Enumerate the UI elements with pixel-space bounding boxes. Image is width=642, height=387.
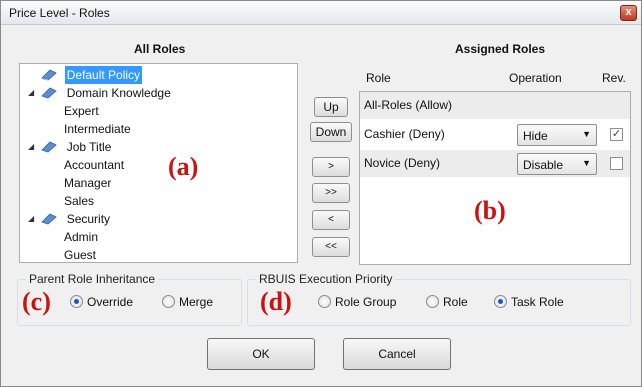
tree-item-manager[interactable]: Manager — [62, 173, 113, 191]
assigned-roles-list[interactable]: All-Roles (Allow) Cashier (Deny) Hide ▼ … — [359, 91, 631, 265]
radio-task-role[interactable]: Task Role — [494, 293, 564, 309]
assigned-role-name: Novice (Deny) — [364, 156, 441, 170]
rev-checkbox[interactable]: ✓ — [610, 128, 623, 141]
annotation-b: (b) — [474, 196, 506, 225]
tree-item-label: Guest — [64, 247, 97, 262]
assigned-row[interactable]: Cashier (Deny) Hide ▼ ✓ — [360, 121, 630, 148]
all-roles-heading: All Roles — [134, 42, 186, 56]
price-level-roles-dialog: Price Level - Roles x All Roles Default … — [0, 0, 642, 387]
assigned-row[interactable]: All-Roles (Allow) — [360, 92, 630, 119]
tree-item-admin[interactable]: Admin — [62, 227, 100, 245]
radio-label: Override — [87, 294, 134, 309]
column-header-rev: Rev. — [602, 71, 626, 85]
tree-item-label: Security — [66, 211, 111, 226]
expand-arrow-icon[interactable]: ◢ — [28, 84, 38, 102]
operation-select[interactable]: Hide ▼ — [517, 124, 597, 146]
dropdown-arrow-icon: ▼ — [582, 158, 591, 168]
add-all-roles-button[interactable]: >> — [312, 183, 350, 203]
radio-merge[interactable]: Merge — [162, 293, 213, 309]
radio-role[interactable]: Role — [426, 293, 468, 309]
down-button[interactable]: Down — [310, 122, 352, 142]
assigned-role-name: All-Roles (Allow) — [364, 98, 453, 112]
assigned-roles-heading: Assigned Roles — [455, 42, 546, 56]
expand-arrow-icon[interactable]: ◢ — [28, 138, 38, 156]
close-button[interactable]: x — [620, 5, 637, 21]
radio-label: Merge — [179, 294, 214, 309]
role-icon — [41, 69, 58, 81]
rev-checkbox[interactable] — [610, 157, 623, 170]
parent-inheritance-group: Parent Role Inheritance (c) Override Mer… — [17, 272, 242, 326]
role-icon — [41, 213, 58, 225]
window-title: Price Level - Roles — [9, 6, 110, 20]
radio-unselected-icon — [426, 295, 439, 309]
remove-all-roles-button[interactable]: << — [312, 237, 350, 257]
radio-override[interactable]: Override — [70, 293, 133, 309]
group-title: RBUIS Execution Priority — [256, 272, 396, 286]
radio-unselected-icon — [318, 295, 331, 309]
assigned-role-name: Cashier (Deny) — [364, 127, 445, 141]
title-bar: Price Level - Roles x — [1, 1, 641, 25]
tree-item-accountant[interactable]: Accountant — [62, 155, 126, 173]
assigned-row[interactable]: Novice (Deny) Disable ▼ — [360, 150, 630, 177]
operation-value: Hide — [523, 129, 548, 143]
tree-item-security[interactable]: ◢ Security — [28, 209, 112, 227]
radio-label: Role — [443, 294, 468, 309]
expand-arrow-icon[interactable]: ◢ — [28, 210, 38, 228]
dropdown-arrow-icon: ▼ — [582, 129, 591, 139]
radio-role-group[interactable]: Role Group — [318, 293, 396, 309]
column-header-role: Role — [366, 71, 391, 85]
up-button[interactable]: Up — [314, 97, 348, 117]
radio-unselected-icon — [162, 295, 175, 309]
ok-button[interactable]: OK — [207, 338, 315, 370]
radio-label: Task Role — [511, 294, 564, 309]
tree-item-label: Domain Knowledge — [66, 85, 171, 100]
remove-role-button[interactable]: < — [312, 210, 350, 230]
role-icon — [41, 87, 58, 99]
tree-item-job-title[interactable]: ◢ Job Title — [28, 137, 113, 155]
tree-item-intermediate[interactable]: Intermediate — [62, 119, 133, 137]
tree-item-label: Expert — [64, 103, 99, 118]
operation-value: Disable — [523, 158, 564, 172]
tree-item-label: Admin — [64, 229, 99, 244]
radio-selected-icon — [494, 295, 507, 309]
tree-item-default-policy[interactable]: Default Policy — [28, 65, 143, 84]
column-header-operation: Operation — [509, 71, 562, 85]
tree-item-guest[interactable]: Guest — [62, 245, 98, 263]
close-icon: x — [625, 6, 632, 18]
radio-selected-icon — [70, 295, 83, 309]
tree-item-label: Job Title — [66, 139, 112, 154]
annotation-a: (a) — [168, 152, 199, 181]
tree-item-label: Accountant — [64, 157, 125, 172]
tree-item-label: Intermediate — [64, 121, 131, 136]
cancel-button[interactable]: Cancel — [343, 338, 451, 370]
annotation-c: (c) — [22, 287, 51, 316]
execution-priority-group: RBUIS Execution Priority (d) Role Group … — [247, 272, 631, 326]
tree-item-expert[interactable]: Expert — [62, 101, 101, 119]
all-roles-tree[interactable]: Default Policy ◢ Domain Knowledge Expert… — [19, 63, 298, 263]
radio-label: Role Group — [335, 294, 397, 309]
annotation-d: (d) — [260, 287, 292, 316]
role-icon — [41, 141, 58, 153]
tree-item-label: Default Policy — [64, 65, 143, 84]
tree-item-label: Manager — [64, 175, 112, 190]
operation-select[interactable]: Disable ▼ — [517, 153, 597, 175]
tree-item-label: Sales — [64, 193, 95, 208]
tree-item-sales[interactable]: Sales — [62, 191, 96, 209]
group-title: Parent Role Inheritance — [26, 272, 159, 286]
tree-item-domain-knowledge[interactable]: ◢ Domain Knowledge — [28, 83, 173, 101]
add-role-button[interactable]: > — [312, 157, 350, 177]
